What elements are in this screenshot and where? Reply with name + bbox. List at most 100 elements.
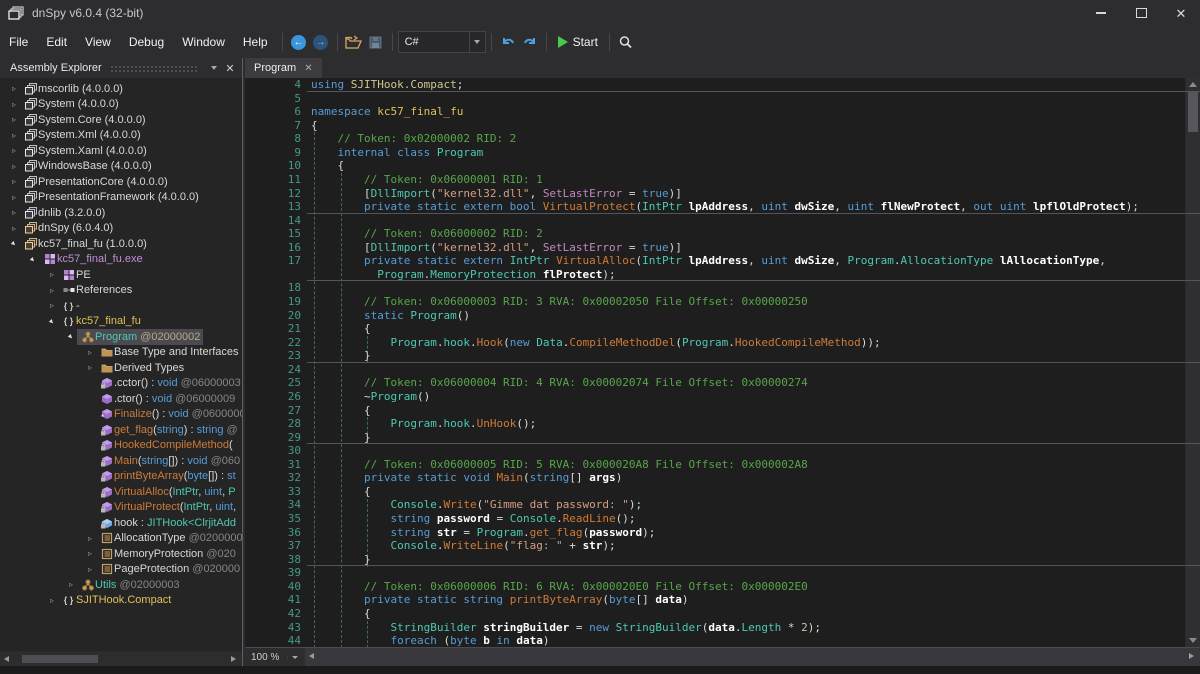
expand-icon[interactable]: ▹ <box>8 177 20 186</box>
redo-icon <box>522 35 538 49</box>
expand-icon[interactable]: ▹ <box>84 565 96 574</box>
tree-item[interactable]: ▹PresentationFramework (4.0.0.0) <box>0 190 242 206</box>
toolbar-separator <box>282 33 283 51</box>
method-private-icon <box>99 377 114 389</box>
close-button[interactable]: ✕ <box>1174 6 1188 20</box>
explorer-hscrollbar[interactable] <box>0 651 242 666</box>
menu-item-view[interactable]: View <box>76 31 120 53</box>
tree-item[interactable]: .ctor() : void @06000009 <box>0 391 242 407</box>
code-area: 4using SJITHook.Compact;56namespace kc57… <box>245 78 1200 647</box>
menu-item-edit[interactable]: Edit <box>37 31 76 53</box>
menu-item-file[interactable]: File <box>0 31 37 53</box>
tree-item[interactable]: get_flag(string) : string @ <box>0 422 242 438</box>
zoom-combobox[interactable]: 100 % <box>245 648 301 666</box>
scrollbar-thumb[interactable] <box>22 655 98 663</box>
tree-item[interactable]: HookedCompileMethod( <box>0 438 242 454</box>
code-line: 33 { <box>245 485 1186 499</box>
namespace-icon: { } <box>61 316 76 326</box>
code-line: 29 } <box>245 431 1186 445</box>
menu-item-debug[interactable]: Debug <box>120 31 173 53</box>
tree-item[interactable]: .cctor() : void @06000003 <box>0 376 242 392</box>
open-file-button[interactable] <box>343 31 365 53</box>
tree-item[interactable]: ▹Base Type and Interfaces <box>0 345 242 361</box>
expand-icon[interactable]: ▹ <box>8 208 20 217</box>
tree-item[interactable]: ▹{ }SJITHook.Compact <box>0 593 242 609</box>
expand-icon[interactable]: ▹ <box>8 84 20 93</box>
tree-item[interactable]: ▹Derived Types <box>0 360 242 376</box>
editor-hscrollbar[interactable] <box>305 648 1200 666</box>
tree-item[interactable]: ▹{ }- <box>0 298 242 314</box>
navigate-back-button[interactable]: ← <box>288 31 310 53</box>
tree-item-label: kc57_final_fu.exe <box>57 253 143 265</box>
expand-icon[interactable]: ▹ <box>8 131 20 140</box>
tree-item-label: PE <box>76 269 91 281</box>
tree-item[interactable]: ▹System.Xml (4.0.0.0) <box>0 128 242 144</box>
expand-icon[interactable]: ▹ <box>8 162 20 171</box>
tab-program[interactable]: Program ✕ <box>245 58 322 78</box>
expand-icon[interactable]: ▹ <box>65 580 77 589</box>
tree-item[interactable]: hook : JITHook<ClrjitAdd <box>0 515 242 531</box>
expand-icon[interactable]: ▹ <box>8 146 20 155</box>
tree-item[interactable]: Main(string[]) : void @060 <box>0 453 242 469</box>
line-number: 30 <box>245 444 311 458</box>
expand-icon[interactable]: ▹ <box>46 270 58 279</box>
expand-icon[interactable]: ▹ <box>84 348 96 357</box>
method-private-icon <box>99 486 114 498</box>
tree-item[interactable]: ▹dnSpy (6.0.4.0) <box>0 221 242 237</box>
tree-item[interactable]: ▸kc57_final_fu.exe <box>0 252 242 268</box>
tree-item[interactable]: ▹System.Core (4.0.0.0) <box>0 112 242 128</box>
tree-item[interactable]: ▹References <box>0 283 242 299</box>
tree-item[interactable]: ▹PresentationCore (4.0.0.0) <box>0 174 242 190</box>
undo-button[interactable] <box>497 31 519 53</box>
tree-item-label: mscorlib (4.0.0.0) <box>38 83 123 95</box>
redo-button[interactable] <box>519 31 541 53</box>
namespace-icon: { } <box>61 595 76 605</box>
assembly-icon <box>23 129 38 141</box>
scrollbar-thumb[interactable] <box>1188 92 1198 132</box>
tree-item[interactable]: ▹ mscorlib (4.0.0.0) <box>0 81 242 97</box>
tree-item[interactable]: ▹Utils @02000003 <box>0 577 242 593</box>
expand-icon[interactable]: ▹ <box>8 115 20 124</box>
maximize-button[interactable] <box>1134 6 1148 20</box>
tree-item[interactable]: ▹System (4.0.0.0) <box>0 97 242 113</box>
tree-item[interactable]: ▸Program @02000002 <box>0 329 242 345</box>
save-module-button[interactable] <box>365 31 387 53</box>
tree-item[interactable]: ▹dnlib (3.2.0.0) <box>0 205 242 221</box>
code-line: 5 <box>245 92 1186 106</box>
expand-icon[interactable]: ▹ <box>84 534 96 543</box>
assembly-explorer-panel: Assembly Explorer ✕ ▹mscorlib (4.0.0.0)▹… <box>0 58 242 666</box>
tree-item[interactable]: printByteArray(byte[]) : st <box>0 469 242 485</box>
expand-icon[interactable]: ▹ <box>46 596 58 605</box>
expand-icon[interactable]: ▹ <box>8 193 20 202</box>
panel-drag-grip[interactable] <box>110 64 198 72</box>
tree-item[interactable]: ▹MemoryProtection @020 <box>0 546 242 562</box>
language-combobox[interactable]: C# <box>398 31 486 53</box>
menu-item-help[interactable]: Help <box>234 31 277 53</box>
menu-item-window[interactable]: Window <box>173 31 234 53</box>
expand-icon[interactable]: ▹ <box>46 301 58 310</box>
tree-item[interactable]: ▹WindowsBase (4.0.0.0) <box>0 159 242 175</box>
tree-item[interactable]: ▹ PE <box>0 267 242 283</box>
panel-close-button[interactable]: ✕ <box>222 60 238 76</box>
tree-item[interactable]: ▹System.Xaml (4.0.0.0) <box>0 143 242 159</box>
expand-icon[interactable]: ▹ <box>84 363 96 372</box>
assembly-icon <box>23 98 38 110</box>
panel-menu-button[interactable] <box>206 60 222 76</box>
tree-item[interactable]: ▸{ }kc57_final_fu <box>0 314 242 330</box>
tree-item[interactable]: VirtualProtect(IntPtr, uint, <box>0 500 242 516</box>
tab-close-icon[interactable]: ✕ <box>304 63 312 74</box>
language-value: C# <box>399 36 469 48</box>
expand-icon[interactable]: ▹ <box>84 549 96 558</box>
navigate-forward-button[interactable]: → <box>310 31 332 53</box>
start-debug-button[interactable]: Start <box>552 33 604 51</box>
tree-item[interactable]: *Finalize() : void @0600000 <box>0 407 242 423</box>
expand-icon[interactable]: ▹ <box>8 224 20 233</box>
minimize-button[interactable] <box>1094 6 1108 20</box>
tree-item[interactable]: ▹PageProtection @020000 <box>0 562 242 578</box>
search-button[interactable] <box>615 31 637 53</box>
expand-icon[interactable]: ▹ <box>8 100 20 109</box>
expand-icon[interactable]: ▹ <box>46 286 58 295</box>
tree-item[interactable]: ▹AllocationType @0200000 <box>0 531 242 547</box>
tree-item[interactable]: VirtualAlloc(IntPtr, uint, P <box>0 484 242 500</box>
tree-item[interactable]: ▸kc57_final_fu (1.0.0.0) <box>0 236 242 252</box>
